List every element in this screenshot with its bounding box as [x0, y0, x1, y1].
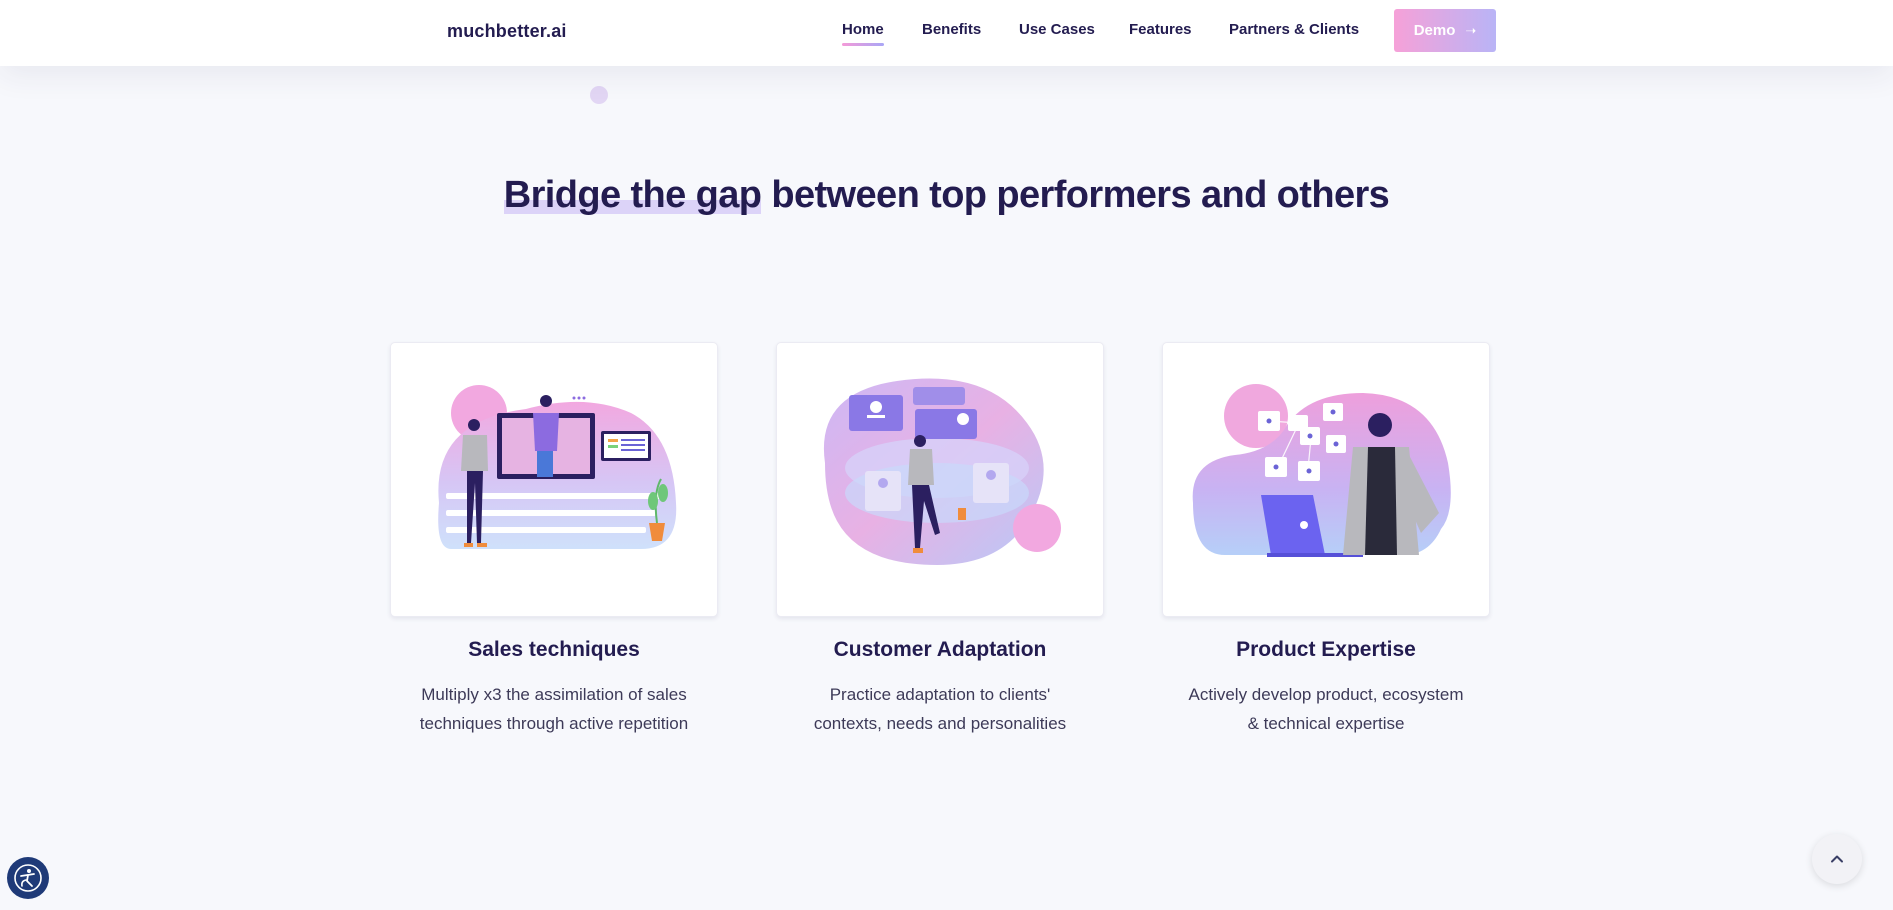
card-title-sales: Sales techniques — [468, 638, 640, 661]
laptop-expert-illustration — [1192, 384, 1451, 557]
card-desc-line: contexts, needs and personalities — [813, 714, 1067, 733]
accessibility-button[interactable] — [7, 857, 49, 899]
card-customer-adaptation — [776, 342, 1104, 617]
nav-use-cases[interactable]: Use Cases — [1019, 20, 1095, 40]
card-title-customer: Customer Adaptation — [833, 638, 1047, 661]
card-desc-line: Multiply x3 the assimilation of sales — [421, 685, 687, 704]
card-desc-line: & technical expertise — [1247, 714, 1405, 733]
card-product-expertise — [1162, 342, 1490, 617]
chevron-up-icon — [1831, 855, 1843, 863]
card-title-product: Product Expertise — [1236, 638, 1416, 661]
card-desc-product: Actively develop product, ecosystem & te… — [1162, 680, 1490, 738]
card-desc-line: techniques through active repetition — [419, 714, 689, 733]
card-desc-line: Actively develop product, ecosystem — [1188, 685, 1464, 704]
nav-features[interactable]: Features — [1129, 20, 1192, 40]
section-headline: Bridge the gap between top performers an… — [0, 174, 1893, 217]
soundwave-icon — [389, 13, 439, 49]
presentation-illustration — [438, 385, 677, 549]
nav-benefits[interactable]: Benefits — [922, 20, 981, 40]
nav-home[interactable]: Home — [842, 20, 884, 46]
demo-button-label: Demo — [1413, 22, 1456, 39]
brand-name: muchbetter.ai — [447, 20, 567, 41]
card-desc-customer: Practice adaptation to clients' contexts… — [776, 680, 1104, 738]
card-sales-techniques — [390, 342, 718, 617]
accessibility-icon — [14, 864, 42, 892]
site-header: muchbetter.ai Home Benefits Use Cases Fe… — [0, 0, 1893, 66]
headline-rest: between top performers and others — [761, 174, 1390, 216]
nav-partners-clients[interactable]: Partners & Clients — [1229, 20, 1359, 40]
card-desc-line: Practice adaptation to clients' — [829, 685, 1051, 704]
arrow-right-icon: ➝ — [1465, 22, 1477, 38]
headline-highlight: Bridge the gap — [503, 174, 762, 216]
card-desc-sales: Multiply x3 the assimilation of sales te… — [390, 680, 718, 738]
customer-profiles-illustration — [823, 378, 1061, 565]
scroll-top-button[interactable] — [1812, 834, 1862, 884]
decorative-dot — [590, 86, 608, 104]
brand-logo[interactable]: muchbetter.ai — [389, 13, 567, 49]
demo-button[interactable]: Demo ➝ — [1394, 9, 1496, 52]
